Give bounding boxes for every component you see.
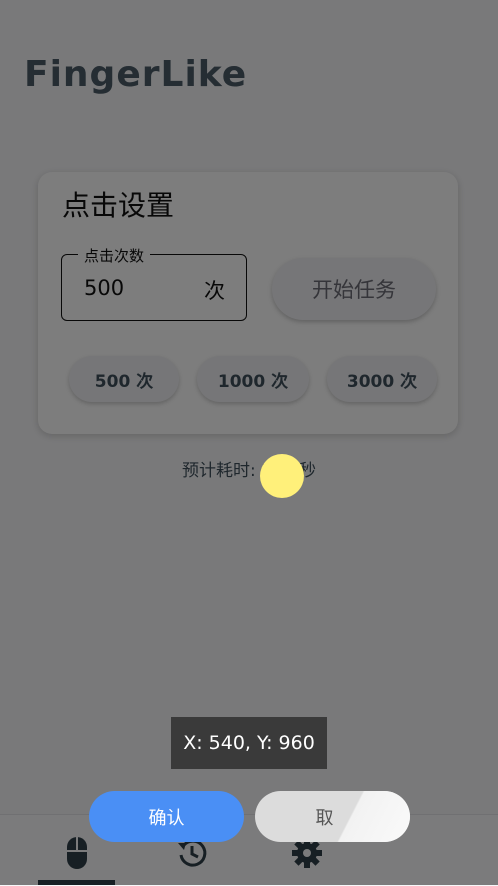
confirm-button[interactable]: 确认	[89, 791, 244, 842]
coordinate-tooltip: X: 540, Y: 960	[171, 717, 327, 769]
touch-point-marker	[260, 454, 304, 498]
cancel-button[interactable]: 取	[255, 791, 410, 842]
page-curl-decoration	[304, 791, 410, 842]
